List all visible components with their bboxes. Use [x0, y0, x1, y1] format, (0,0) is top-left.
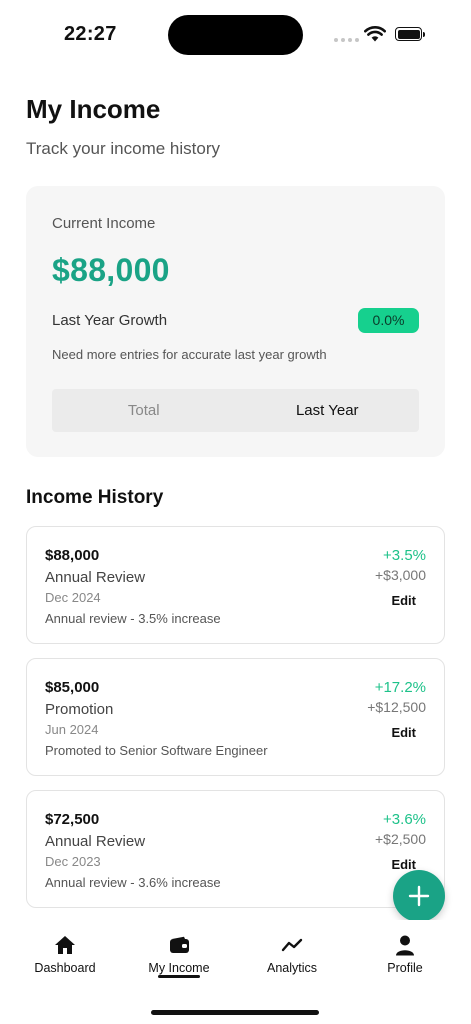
wifi-icon [364, 26, 386, 42]
status-bar: 22:27 [0, 0, 471, 70]
current-income-value: $88,000 [52, 252, 170, 288]
entry-date: Dec 2024 [45, 590, 101, 605]
income-history-title: Income History [26, 487, 164, 508]
segment-last-year[interactable]: Last Year [236, 389, 420, 432]
person-icon [396, 935, 414, 955]
cellular-signal-icon [334, 38, 359, 42]
entry-amount-change: +$12,500 [367, 699, 426, 715]
page-subtitle: Track your income history [26, 139, 220, 158]
entry-description: Annual review - 3.6% increase [45, 875, 221, 890]
plus-icon [408, 885, 430, 907]
income-entry-card: $72,500 Annual Review Dec 2023 Annual re… [26, 790, 445, 908]
entry-amount: $72,500 [45, 811, 100, 828]
entry-amount-change: +$2,500 [375, 831, 426, 847]
entry-type: Annual Review [45, 833, 146, 850]
status-time: 22:27 [64, 23, 117, 45]
trend-line-icon [281, 938, 303, 952]
tab-label: Analytics [266, 961, 318, 975]
entry-description: Annual review - 3.5% increase [45, 611, 221, 626]
tab-label: My Income [148, 961, 210, 975]
dynamic-island [168, 15, 303, 55]
tab-profile[interactable]: Profile [350, 934, 460, 975]
entry-date: Jun 2024 [45, 722, 99, 737]
edit-entry-button[interactable]: Edit [391, 725, 416, 740]
income-entry-card: $85,000 Promotion Jun 2024 Promoted to S… [26, 658, 445, 776]
entry-type: Promotion [45, 701, 114, 718]
segment-total[interactable]: Total [52, 389, 236, 432]
tab-label: Dashboard [34, 961, 96, 975]
entry-description: Promoted to Senior Software Engineer [45, 743, 268, 758]
current-income-label: Current Income [52, 215, 156, 232]
tab-label: Profile [387, 961, 423, 975]
entry-amount: $85,000 [45, 679, 100, 696]
wallet-icon [169, 936, 189, 953]
income-summary-card: Current Income $88,000 Last Year Growth … [26, 186, 445, 457]
tab-my-income[interactable]: My Income [124, 934, 234, 975]
entry-type: Annual Review [45, 569, 146, 586]
entry-percent-change: +3.6% [383, 811, 426, 828]
growth-note: Need more entries for accurate last year… [52, 347, 327, 362]
bottom-tab-bar: Dashboard My Income Analytics Profile [0, 920, 471, 1024]
add-income-button[interactable] [393, 870, 445, 922]
tab-dashboard[interactable]: Dashboard [10, 934, 120, 975]
home-icon [55, 936, 75, 954]
entry-percent-change: +3.5% [383, 547, 426, 564]
income-entry-card: $88,000 Annual Review Dec 2024 Annual re… [26, 526, 445, 644]
period-segmented-control: Total Last Year [52, 389, 419, 432]
active-tab-indicator [158, 975, 200, 978]
entry-date: Dec 2023 [45, 854, 101, 869]
battery-icon [395, 27, 425, 41]
tab-analytics[interactable]: Analytics [237, 934, 347, 975]
edit-entry-button[interactable]: Edit [391, 593, 416, 608]
growth-badge: 0.0% [358, 308, 419, 333]
entry-amount: $88,000 [45, 547, 100, 564]
last-year-growth-label: Last Year Growth [52, 312, 168, 329]
entry-percent-change: +17.2% [374, 679, 426, 696]
page-title: My Income [26, 94, 161, 124]
home-indicator [151, 1010, 319, 1015]
entry-amount-change: +$3,000 [375, 567, 426, 583]
